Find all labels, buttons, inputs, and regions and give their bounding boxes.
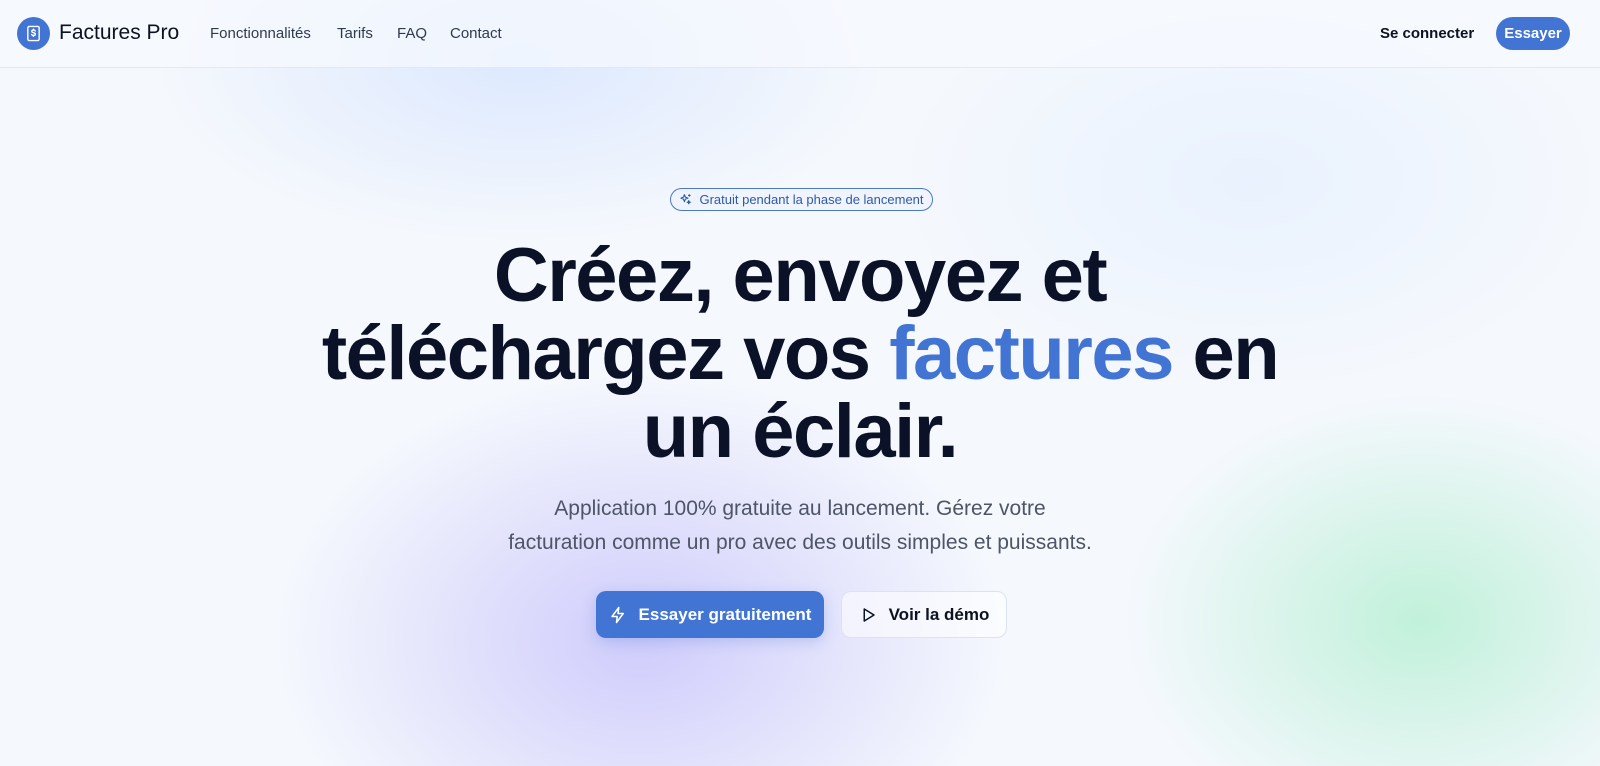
sparkles-icon [679, 193, 692, 206]
hero-title-text: téléchargez vos [321, 311, 890, 396]
logo-icon[interactable] [17, 17, 50, 50]
nav-link-fonctionnalites[interactable]: Fonctionnalités [210, 25, 311, 42]
try-button[interactable]: Essayer [1496, 17, 1570, 50]
nav-link-tarifs[interactable]: Tarifs [337, 25, 373, 42]
hero-subtitle: Application 100% gratuite au lancement. … [400, 492, 1200, 560]
hero-title-line-3: un éclair. [642, 389, 959, 474]
lightning-icon [609, 606, 627, 624]
hero-title-accent: factures [889, 311, 1174, 396]
try-free-label: Essayer gratuitement [638, 604, 812, 624]
hero-title: Créez, envoyez et téléchargez vos factur… [200, 237, 1400, 471]
hero-section: Gratuit pendant la phase de lancement Cr… [0, 0, 1600, 766]
nav-link-faq[interactable]: FAQ [397, 25, 427, 42]
play-icon [859, 606, 877, 624]
hero-title-line-1: Créez, envoyez et [493, 233, 1108, 318]
watch-demo-button[interactable]: Voir la démo [841, 591, 1007, 638]
hero-subtitle-line-2: facturation comme un pro avec des outils… [508, 531, 1092, 554]
watch-demo-label: Voir la démo [888, 604, 990, 624]
top-navigation: Factures Pro Fonctionnalités Tarifs FAQ … [0, 0, 1600, 68]
brand-name[interactable]: Factures Pro [59, 21, 179, 45]
sign-in-link[interactable]: Se connecter [1380, 25, 1474, 42]
hero-subtitle-line-1: Application 100% gratuite au lancement. … [554, 497, 1046, 520]
try-free-button[interactable]: Essayer gratuitement [596, 591, 824, 638]
launch-badge: Gratuit pendant la phase de lancement [670, 188, 933, 211]
hero-title-line-2: téléchargez vos factures en [200, 315, 1400, 393]
badge-label: Gratuit pendant la phase de lancement [699, 192, 924, 207]
nav-link-contact[interactable]: Contact [450, 25, 502, 42]
hero-title-text-end: en [1172, 311, 1279, 396]
